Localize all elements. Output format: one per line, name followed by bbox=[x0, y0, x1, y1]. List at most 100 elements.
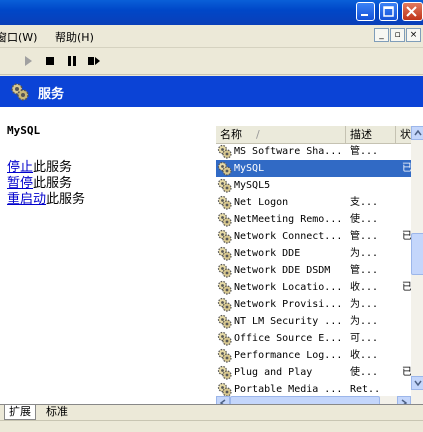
service-row-description: 使... bbox=[350, 367, 379, 378]
service-gear-icon bbox=[217, 263, 232, 278]
service-gear-icon bbox=[217, 178, 232, 193]
list-header: 名称 / 描述 状 bbox=[216, 126, 414, 144]
close-button[interactable] bbox=[402, 2, 423, 21]
sort-indicator: / bbox=[256, 128, 260, 141]
horizontal-scroll-thumb[interactable] bbox=[230, 396, 380, 404]
service-row[interactable]: NetMeeting Remo... 使... bbox=[216, 211, 414, 228]
detail-pane: MySQL 停止此服务 暂停此服务 重启动此服务 bbox=[0, 107, 210, 404]
service-row-name: Network Provisi... bbox=[234, 299, 343, 310]
service-row-description: 管... bbox=[350, 265, 379, 276]
scroll-down-button[interactable] bbox=[411, 376, 423, 390]
column-name-label: 名称 bbox=[220, 128, 242, 141]
column-name[interactable]: 名称 / bbox=[216, 126, 346, 143]
tab-standard[interactable]: 标准 bbox=[42, 405, 72, 420]
service-row-name: Plug and Play bbox=[234, 367, 313, 378]
service-row[interactable]: Network Locatio... 收... 已 bbox=[216, 279, 414, 296]
service-row[interactable]: Performance Log... 收... bbox=[216, 347, 414, 364]
services-gear-icon bbox=[11, 83, 29, 101]
service-gear-icon bbox=[217, 195, 232, 210]
vertical-scrollbar[interactable] bbox=[411, 126, 423, 404]
scroll-left-button[interactable] bbox=[216, 396, 230, 404]
service-row-name: Office Source E... bbox=[234, 333, 343, 344]
service-list-frame: 名称 / 描述 状 MS Software Sha... 管... MySQL 已 My… bbox=[212, 115, 423, 404]
service-gear-icon bbox=[217, 246, 232, 261]
tab-extended[interactable]: 扩展 bbox=[4, 405, 36, 420]
maximize-button[interactable] bbox=[379, 2, 398, 21]
service-row[interactable]: NT LM Security ... 为... bbox=[216, 313, 414, 330]
service-row-description: 支... bbox=[350, 197, 379, 208]
scroll-up-button[interactable] bbox=[411, 126, 423, 140]
play-icon[interactable] bbox=[20, 53, 36, 69]
maximize-icon bbox=[383, 6, 394, 17]
chevron-left-icon bbox=[219, 399, 226, 404]
service-gear-icon bbox=[217, 144, 232, 159]
minimize-icon bbox=[361, 14, 368, 16]
vertical-scroll-thumb[interactable] bbox=[411, 233, 423, 275]
service-gear-icon bbox=[217, 229, 232, 244]
status-bar bbox=[0, 420, 423, 432]
service-row-description: 收... bbox=[350, 350, 379, 361]
service-row-description: 管... bbox=[350, 146, 379, 157]
service-row-name: MySQL bbox=[234, 163, 265, 174]
service-row[interactable]: Net Logon 支... bbox=[216, 194, 414, 211]
service-gear-icon bbox=[217, 212, 232, 227]
service-row-name: NT LM Security ... bbox=[234, 316, 343, 327]
service-gear-icon bbox=[217, 331, 232, 346]
view-tabs: 扩展 标准 bbox=[0, 404, 423, 421]
service-row-description: 使... bbox=[350, 214, 379, 225]
service-row-name: Network Locatio... bbox=[234, 282, 343, 293]
horizontal-scrollbar[interactable] bbox=[216, 396, 411, 404]
service-row-name: MS Software Sha... bbox=[234, 146, 343, 157]
service-row[interactable]: Office Source E... 可... bbox=[216, 330, 414, 347]
service-row-description: 收... bbox=[350, 282, 379, 293]
service-list-pane: 名称 / 描述 状 MS Software Sha... 管... MySQL 已 My… bbox=[210, 107, 423, 404]
service-gear-icon bbox=[217, 382, 232, 397]
minimize-button[interactable] bbox=[356, 2, 375, 21]
service-gear-icon bbox=[217, 161, 232, 176]
service-row[interactable]: Network DDE DSDM 管... bbox=[216, 262, 414, 279]
service-gear-icon bbox=[217, 348, 232, 363]
service-row[interactable]: Network Provisi... 为... bbox=[216, 296, 414, 313]
mdi-close-button[interactable]: × bbox=[406, 28, 421, 42]
service-row-name: Net Logon bbox=[234, 197, 289, 208]
service-gear-icon bbox=[217, 314, 232, 329]
service-row-name: Network DDE DSDM bbox=[234, 265, 331, 276]
service-name: MySQL bbox=[7, 124, 41, 137]
service-row-name: Performance Log... bbox=[234, 350, 343, 361]
service-row-description: 管... bbox=[350, 231, 379, 242]
service-row[interactable]: Network DDE 为... bbox=[216, 245, 414, 262]
header-title: 服务 bbox=[38, 87, 65, 102]
pause-icon[interactable] bbox=[64, 53, 80, 69]
services-header: 服务 bbox=[0, 76, 423, 107]
chevron-down-icon bbox=[414, 380, 422, 387]
service-row-description: 为... bbox=[350, 299, 379, 310]
mdi-minimize-button[interactable]: _ bbox=[374, 28, 389, 42]
menu-bar: 窗口(W) 帮助(H) _ ▫ × bbox=[0, 25, 423, 48]
restart-link[interactable]: 重启动 bbox=[7, 192, 46, 207]
scroll-right-button[interactable] bbox=[397, 396, 411, 404]
stop-icon[interactable] bbox=[42, 53, 58, 69]
title-bar bbox=[0, 0, 423, 25]
service-row[interactable]: MySQL 已 bbox=[216, 160, 414, 177]
restart-icon[interactable] bbox=[86, 53, 102, 69]
mdi-restore-button[interactable]: ▫ bbox=[390, 28, 405, 42]
service-gear-icon bbox=[217, 297, 232, 312]
chevron-up-icon bbox=[414, 129, 422, 136]
service-row-description: 为... bbox=[350, 248, 379, 259]
restart-action: 重启动此服务 bbox=[7, 188, 85, 207]
service-gear-icon bbox=[217, 365, 232, 380]
service-row[interactable]: Network Connect... 管... 已 bbox=[216, 228, 414, 245]
service-row[interactable]: MySQL5 bbox=[216, 177, 414, 194]
service-row-description: 为... bbox=[350, 316, 379, 327]
service-gear-icon bbox=[217, 280, 232, 295]
service-row-name: Network DDE bbox=[234, 248, 301, 259]
menu-help[interactable]: 帮助(H) bbox=[55, 29, 94, 45]
service-row-name: MySQL5 bbox=[234, 180, 271, 191]
chevron-right-icon bbox=[401, 399, 408, 404]
close-icon bbox=[406, 6, 417, 17]
service-row[interactable]: Plug and Play 使... 已 bbox=[216, 364, 414, 381]
column-description[interactable]: 描述 bbox=[346, 126, 396, 143]
menu-window[interactable]: 窗口(W) bbox=[0, 29, 37, 45]
service-row-name: Network Connect... bbox=[234, 231, 343, 242]
service-row[interactable]: MS Software Sha... 管... bbox=[216, 143, 414, 160]
